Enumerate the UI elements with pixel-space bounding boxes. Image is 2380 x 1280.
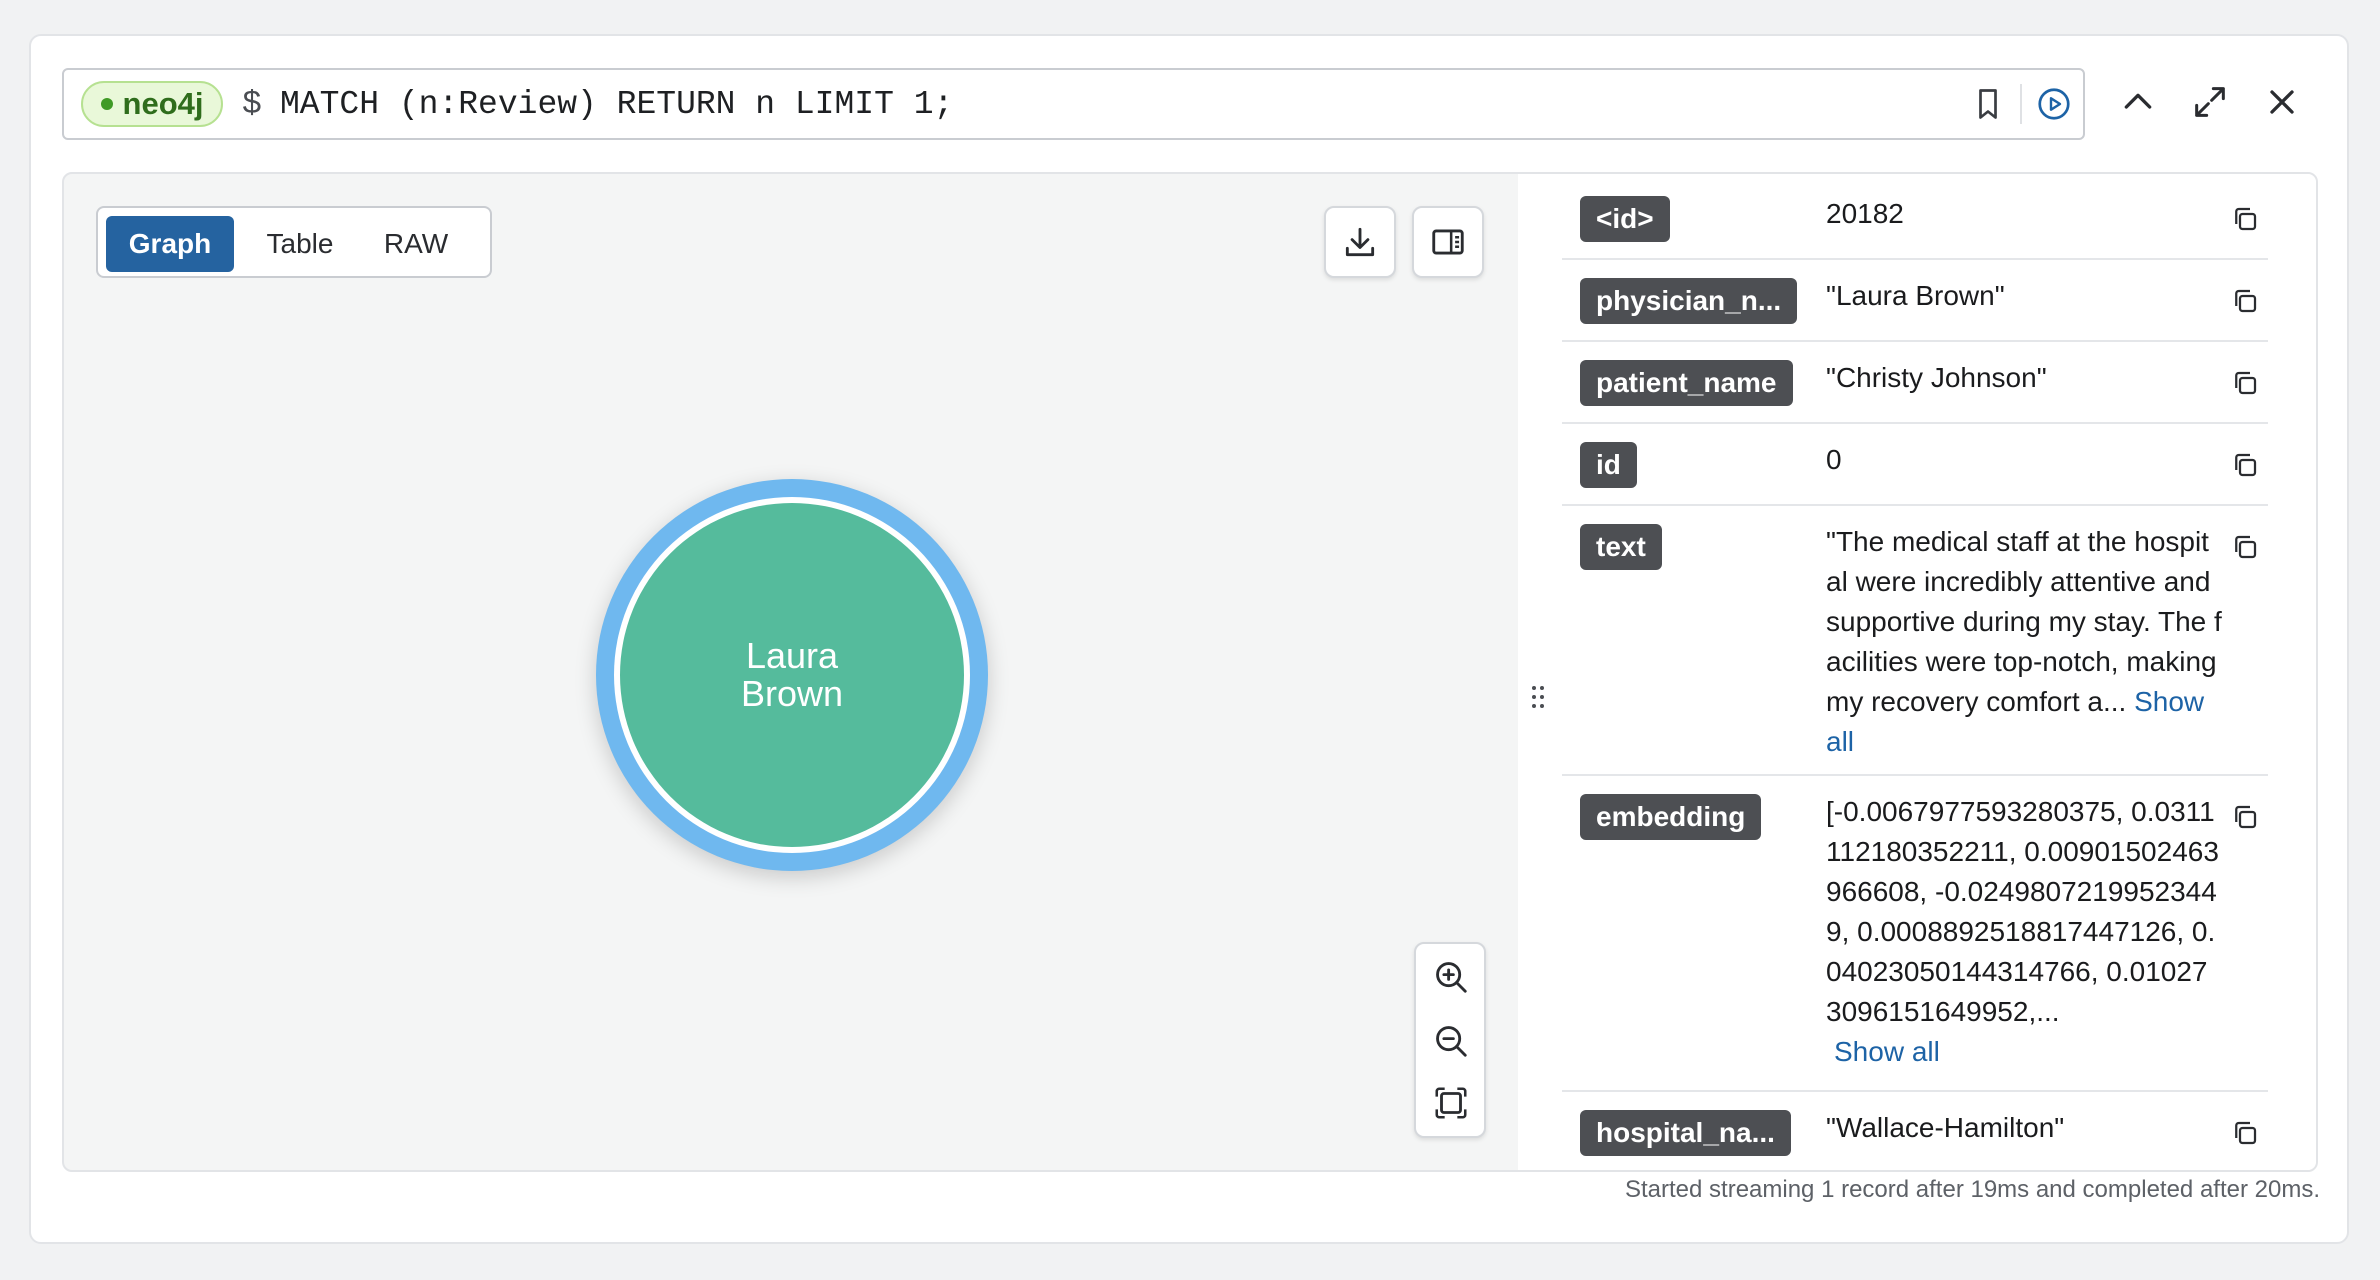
copy-icon[interactable] — [2230, 286, 2260, 316]
property-key: physician_n... — [1580, 278, 1798, 324]
node-caption-line2: Brown — [740, 673, 844, 714]
tab-graph[interactable]: Graph — [106, 216, 234, 272]
property-value-text: [-0.0067977593280375, 0.0311112180352211… — [1826, 796, 2219, 1027]
copy-icon[interactable] — [2230, 802, 2260, 832]
copy-icon[interactable] — [2230, 532, 2260, 562]
node-body: Laura Brown — [620, 503, 964, 847]
property-value: "Wallace-Hamilton" — [1826, 1112, 2065, 1143]
graph-node[interactable]: Laura Brown — [596, 479, 988, 871]
copy-icon[interactable] — [2230, 450, 2260, 480]
query-editor[interactable]: neo4j $ MATCH (n:Review) RETURN n LIMIT … — [62, 68, 2085, 140]
property-row-hospital-name: hospital_na... "Wallace-Hamilton" — [1562, 1092, 2268, 1168]
property-row-embedding: embedding [-0.0067977593280375, 0.031111… — [1562, 776, 2268, 1092]
expand-icon[interactable] — [2190, 82, 2230, 122]
status-dot — [100, 98, 113, 110]
download-button[interactable] — [1324, 206, 1396, 278]
tab-table[interactable]: Table — [248, 216, 352, 272]
property-row-physician-name: physician_n... "Laura Brown" — [1562, 260, 2268, 342]
property-key: embedding — [1580, 794, 1762, 840]
database-badge[interactable]: neo4j — [81, 81, 223, 127]
property-row-patient-name: patient_name "Christy Johnson" — [1562, 342, 2268, 424]
zoom-controls — [1414, 942, 1486, 1138]
copy-icon[interactable] — [2230, 368, 2260, 398]
chevron-up-icon[interactable] — [2118, 82, 2158, 122]
node-caption-line1: Laura — [745, 635, 839, 676]
copy-icon[interactable] — [2230, 204, 2260, 234]
prompt-symbol: $ — [242, 86, 262, 123]
property-key: text — [1580, 524, 1662, 570]
property-key: hospital_na... — [1580, 1110, 1791, 1156]
run-icon[interactable] — [2036, 86, 2072, 122]
property-key: patient_name — [1580, 360, 1793, 406]
show-all-link[interactable]: Show all — [1826, 1036, 1940, 1067]
query-text[interactable]: MATCH (n:Review) RETURN n LIMIT 1; — [280, 86, 953, 123]
zoom-in-icon[interactable] — [1432, 958, 1470, 996]
database-name: neo4j — [122, 86, 204, 121]
property-key: <id> — [1580, 196, 1670, 242]
property-value: [-0.0067977593280375, 0.0311112180352211… — [1826, 792, 2222, 1072]
view-toggle: Graph Table RAW — [96, 206, 492, 278]
fit-icon[interactable] — [1432, 1084, 1470, 1122]
tab-raw[interactable]: RAW — [366, 216, 466, 272]
property-row-id: id 0 — [1562, 424, 2268, 506]
property-value: 0 — [1826, 444, 1842, 475]
property-value: "The medical staff at the hospital were … — [1826, 522, 2222, 762]
property-row-internal-id: <id> 20182 — [1562, 178, 2268, 260]
property-value: "Christy Johnson" — [1826, 362, 2047, 393]
property-value: 20182 — [1826, 198, 1904, 229]
panel-toggle-button[interactable] — [1412, 206, 1484, 278]
drag-handle-icon[interactable] — [1530, 684, 1546, 710]
zoom-out-icon[interactable] — [1432, 1022, 1470, 1060]
status-bar: Started streaming 1 record after 19ms an… — [1624, 1176, 2320, 1203]
toolbar-divider — [2020, 84, 2022, 124]
property-value: "Laura Brown" — [1826, 280, 2005, 311]
property-key: id — [1580, 442, 1637, 488]
close-icon[interactable] — [2262, 82, 2302, 122]
property-row-text: text "The medical staff at the hospital … — [1562, 506, 2268, 776]
bookmark-icon[interactable] — [1970, 86, 2006, 122]
node-caption: Laura Brown — [692, 637, 892, 713]
panel-toggle-icon — [1432, 229, 1464, 255]
download-icon — [1345, 227, 1375, 257]
copy-icon[interactable] — [2230, 1118, 2260, 1148]
